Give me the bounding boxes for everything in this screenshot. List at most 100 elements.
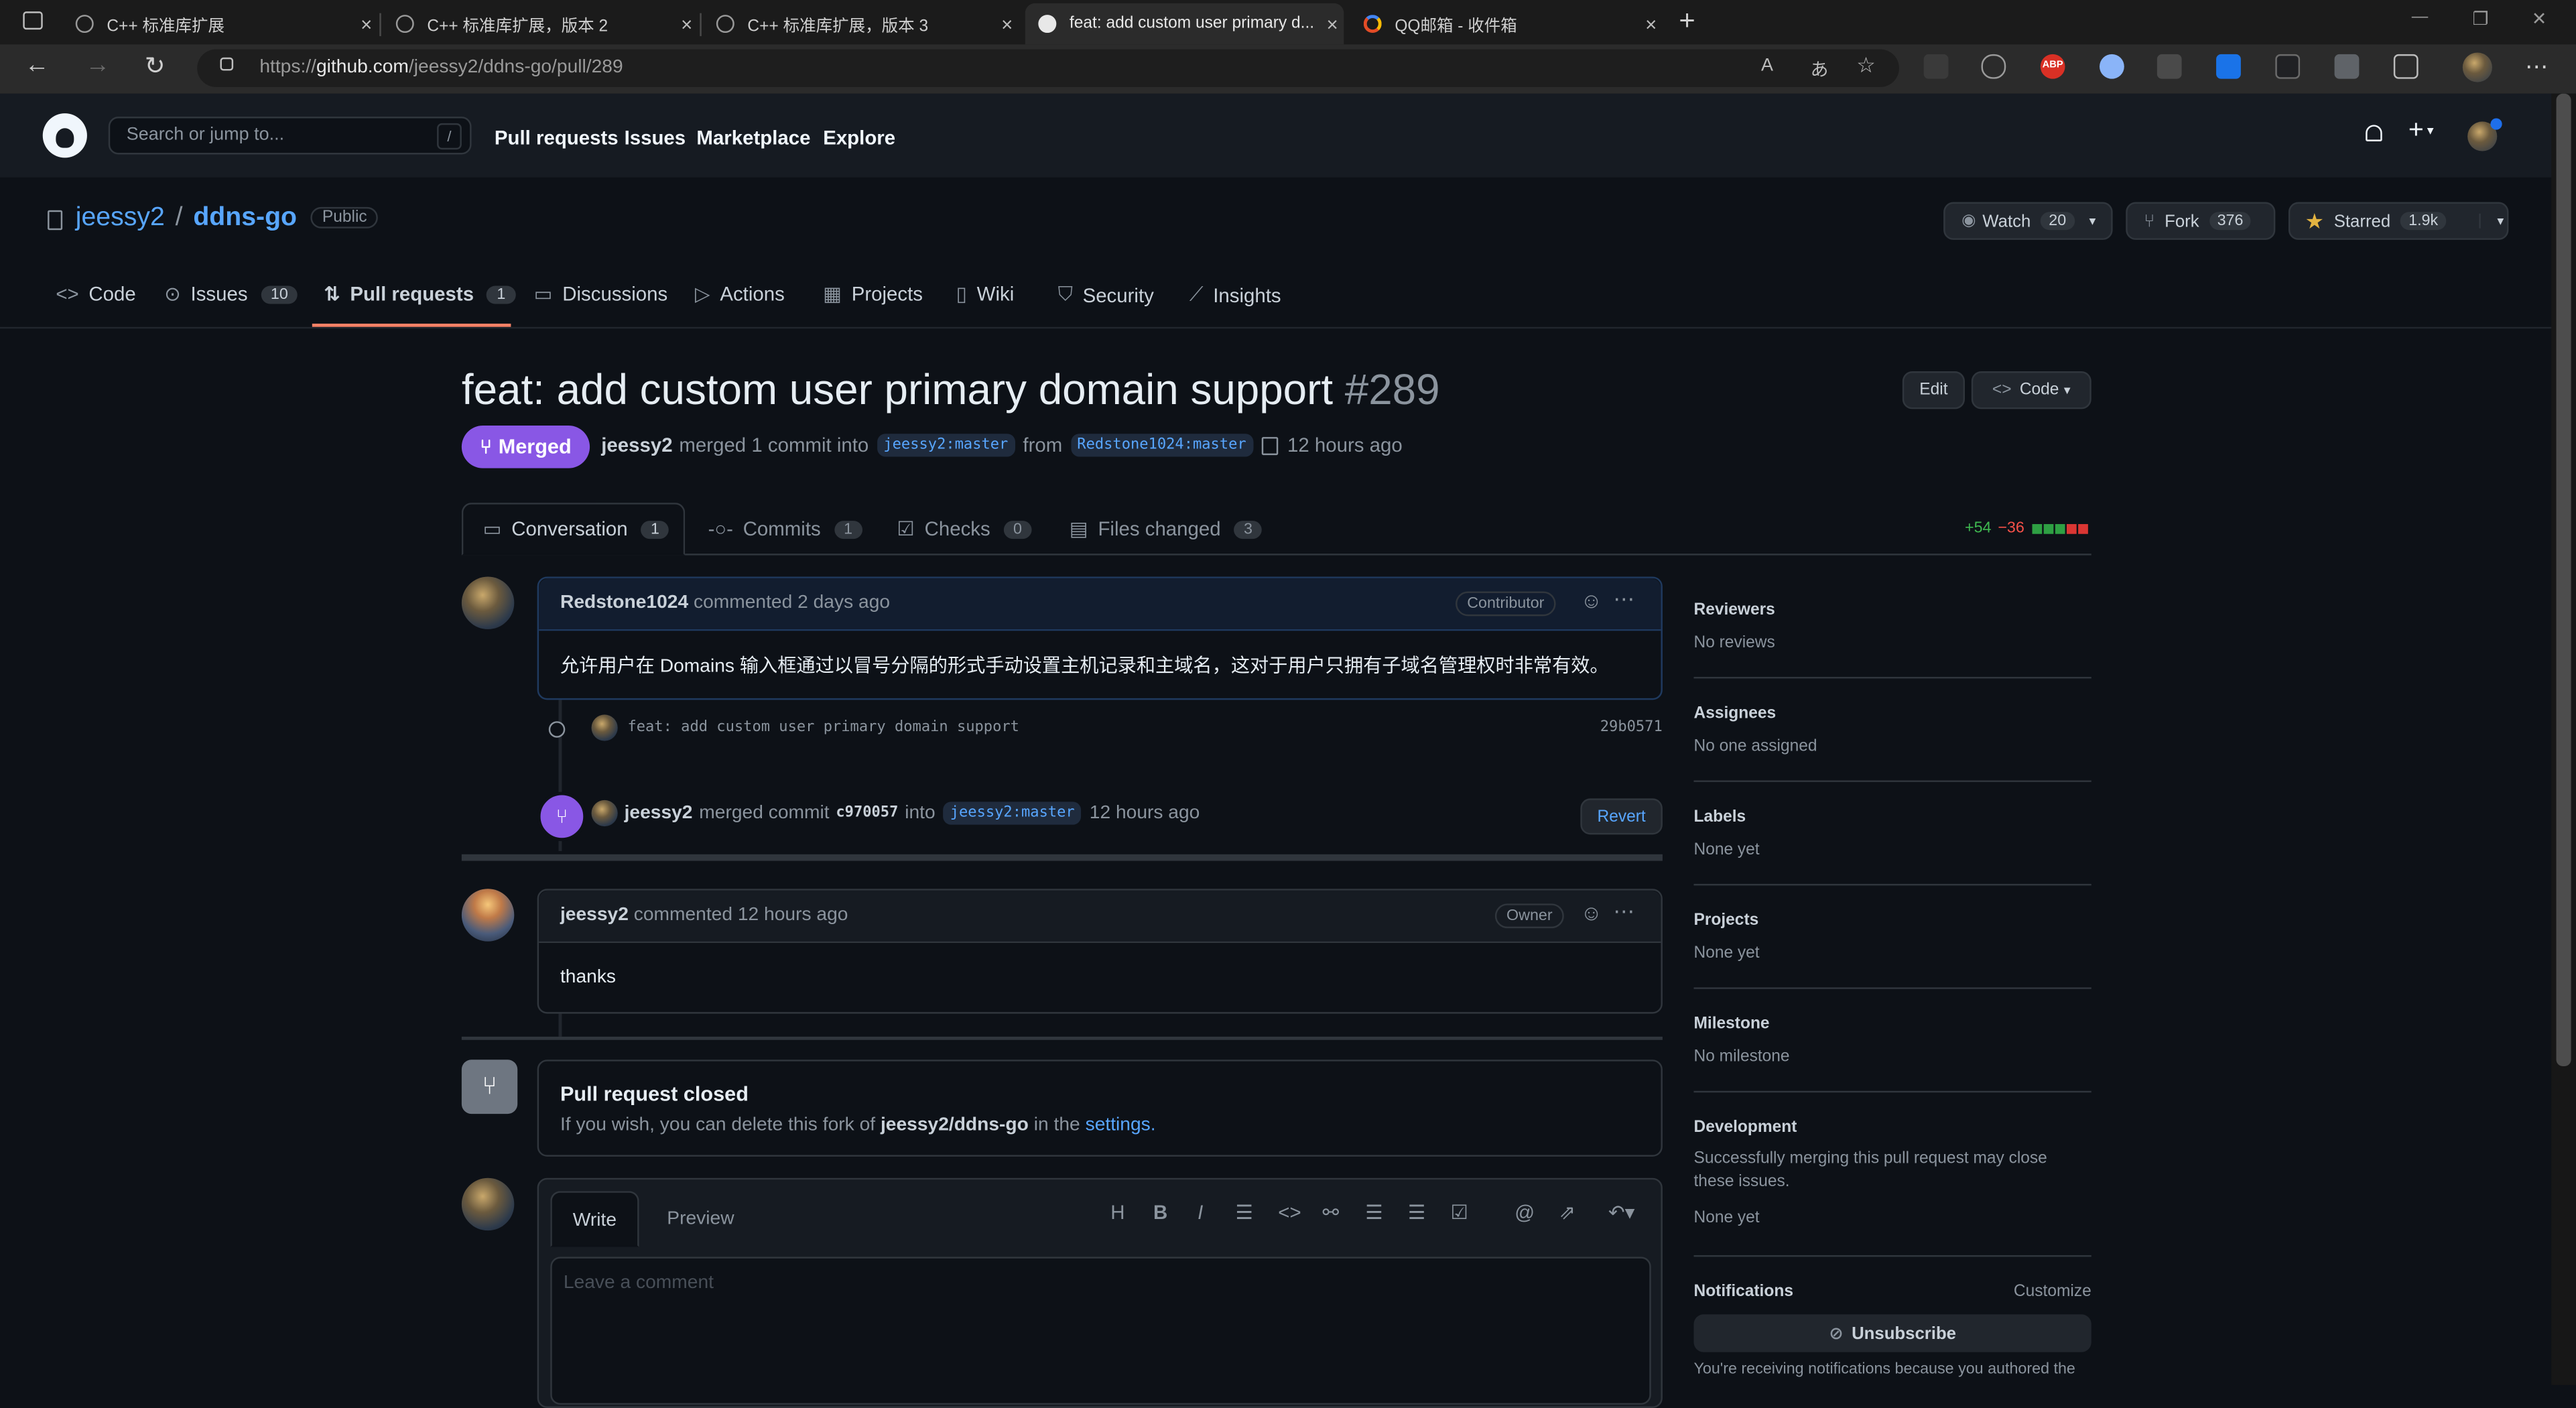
browser-menu-icon[interactable]: ⋯	[2525, 52, 2548, 80]
extension-mask-icon[interactable]	[2156, 54, 2182, 79]
repo-nav-code[interactable]: <> Code	[56, 283, 135, 306]
sidebar-heading[interactable]: Development	[1693, 1118, 2091, 1137]
tab-conversation[interactable]: ▭ Conversation 1	[461, 503, 686, 556]
repo-nav-insights[interactable]: ⟋ Insights	[1189, 283, 1281, 308]
refresh-icon[interactable]: ↻	[145, 51, 166, 80]
base-branch[interactable]: jeessy2:master	[877, 434, 1015, 457]
browser-tab[interactable]: C++ 标准库扩展 ×	[62, 3, 381, 44]
repo-name-link[interactable]: ddns-go	[193, 204, 297, 232]
comment-time[interactable]: commented 2 days ago	[694, 593, 890, 613]
browser-tab[interactable]: QQ邮箱 - 收件箱 ×	[1350, 3, 1663, 44]
repo-nav-wiki[interactable]: ▯ Wiki	[956, 283, 1014, 306]
sidebar-heading[interactable]: Assignees	[1693, 705, 2091, 723]
close-tab-icon[interactable]: ×	[1321, 12, 1344, 35]
merge-commit-sha[interactable]: c970057	[836, 805, 898, 822]
sidebar-heading[interactable]: Reviewers	[1693, 601, 2091, 619]
tab-actions-icon[interactable]	[23, 11, 43, 30]
head-branch[interactable]: Redstone1024:master	[1070, 434, 1253, 457]
star-button[interactable]: ★ Starred 1.9k ▾	[2288, 202, 2509, 240]
sidebar-heading[interactable]: Projects	[1693, 912, 2091, 930]
extension-terminal-icon[interactable]	[2275, 54, 2301, 79]
repo-nav-issues[interactable]: ⊙ Issues 10	[164, 283, 298, 306]
sidebar-heading[interactable]: Milestone	[1693, 1015, 2091, 1033]
profile-avatar[interactable]	[2462, 52, 2492, 82]
browser-tab[interactable]: C++ 标准库扩展，版本 2 ×	[383, 3, 702, 44]
comment-menu-icon[interactable]: ⋯	[1613, 586, 1634, 613]
cross-reference-icon[interactable]: ⇗	[1559, 1201, 1575, 1224]
extension-shield-icon[interactable]	[2216, 54, 2241, 79]
comment-author-link[interactable]: Redstone1024	[560, 593, 688, 613]
restore-button[interactable]: ❐	[2473, 8, 2489, 29]
repo-owner-link[interactable]: jeessy2	[76, 204, 165, 232]
tab-commits[interactable]: -○- Commits 1	[708, 503, 862, 555]
reaction-smiley-icon[interactable]: ☺	[1580, 900, 1602, 925]
tab-files-changed[interactable]: ▤ Files changed 3	[1070, 503, 1263, 555]
translate-icon[interactable]: あ	[1811, 56, 1829, 82]
forward-icon[interactable]: →	[85, 51, 110, 79]
tab-checks[interactable]: ☑ Checks 0	[897, 503, 1032, 555]
code-dropdown-button[interactable]: <> Code ▾	[1971, 371, 2091, 409]
notifications-bell-icon[interactable]	[2366, 125, 2382, 141]
extensions-menu-icon[interactable]	[2393, 54, 2419, 79]
header-link-marketplace[interactable]: Marketplace	[696, 127, 810, 149]
search-input[interactable]: Search or jump to... /	[108, 117, 472, 155]
close-tab-icon[interactable]: ×	[1640, 12, 1663, 35]
extension-icon[interactable]	[1923, 54, 1949, 79]
numbered-list-icon[interactable]: ☰	[1408, 1201, 1425, 1224]
browser-tab-active[interactable]: feat: add custom user primary d... ×	[1025, 3, 1344, 45]
header-link-issues[interactable]: Issues	[625, 127, 686, 149]
write-tab[interactable]: Write	[550, 1191, 639, 1247]
task-list-icon[interactable]: ☑	[1451, 1201, 1468, 1224]
avatar[interactable]	[591, 714, 618, 741]
quote-icon[interactable]: ☰	[1236, 1201, 1253, 1224]
close-tab-icon[interactable]: ×	[355, 12, 378, 35]
copy-icon[interactable]	[1261, 436, 1278, 454]
scrollbar-thumb[interactable]	[2556, 93, 2571, 1067]
page-scrollbar[interactable]	[2551, 93, 2576, 1385]
italic-icon[interactable]: I	[1198, 1201, 1203, 1224]
favorite-icon[interactable]: ☆	[1856, 52, 1876, 78]
settings-link[interactable]: settings.	[1086, 1116, 1156, 1135]
header-link-pull-requests[interactable]: Pull requests	[495, 127, 619, 149]
revert-button[interactable]: Revert	[1580, 798, 1663, 835]
repo-nav-security[interactable]: ⛉ Security	[1058, 283, 1154, 308]
comment-author-link[interactable]: jeessy2	[560, 905, 629, 925]
close-tab-icon[interactable]: ×	[996, 12, 1019, 35]
saved-replies-icon[interactable]: ↶▾	[1608, 1201, 1634, 1224]
github-logo-icon[interactable]	[42, 113, 87, 158]
repo-nav-pull-requests[interactable]: ⇅ Pull requests 1	[324, 283, 516, 306]
merge-branch[interactable]: jeessy2:master	[943, 802, 1082, 825]
pr-author-link[interactable]: jeessy2	[601, 434, 672, 456]
fork-button[interactable]: ⑂ Fork 376	[2126, 202, 2276, 240]
read-aloud-icon[interactable]: A	[1761, 56, 1773, 75]
sidebar-heading[interactable]: Labels	[1693, 808, 2091, 826]
close-window-button[interactable]: ✕	[2532, 8, 2547, 29]
star-list-caret-icon[interactable]: ▾	[2479, 213, 2504, 229]
repo-nav-discussions[interactable]: ▭ Discussions	[534, 283, 667, 306]
merge-time[interactable]: 12 hours ago	[1090, 804, 1200, 823]
unsubscribe-button[interactable]: ⊘ Unsubscribe	[1693, 1314, 2091, 1352]
header-link-explore[interactable]: Explore	[823, 127, 895, 149]
bold-icon[interactable]: B	[1153, 1201, 1167, 1224]
avatar[interactable]	[461, 889, 515, 942]
extension-circle-icon[interactable]	[2100, 54, 2124, 79]
commit-sha[interactable]: 29b0571	[1600, 720, 1663, 737]
customize-link[interactable]: Customize	[2014, 1283, 2091, 1301]
merge-author-link[interactable]: jeessy2	[625, 804, 693, 823]
repo-nav-projects[interactable]: ▦ Projects	[823, 283, 923, 306]
commit-message[interactable]: feat: add custom user primary domain sup…	[627, 720, 1019, 737]
mention-icon[interactable]: @	[1515, 1201, 1535, 1224]
repo-nav-actions[interactable]: ▷ Actions	[695, 283, 785, 306]
new-tab-button[interactable]: +	[1679, 5, 1695, 38]
preview-tab[interactable]: Preview	[667, 1209, 734, 1228]
link-icon[interactable]: ⚯	[1322, 1201, 1339, 1224]
comment-time[interactable]: commented 12 hours ago	[634, 905, 848, 925]
create-new-dropdown[interactable]: + ▾	[2408, 117, 2434, 146]
watch-button[interactable]: ◉ Watch 20 ▾	[1943, 202, 2113, 240]
back-icon[interactable]: ←	[25, 51, 50, 79]
avatar[interactable]	[461, 1177, 515, 1231]
url-field[interactable]: https://github.com/jeessy2/ddns-go/pull/…	[197, 49, 1899, 87]
avatar[interactable]	[461, 576, 515, 629]
code-icon[interactable]: <>	[1278, 1201, 1301, 1224]
reaction-smiley-icon[interactable]: ☺	[1580, 588, 1602, 613]
